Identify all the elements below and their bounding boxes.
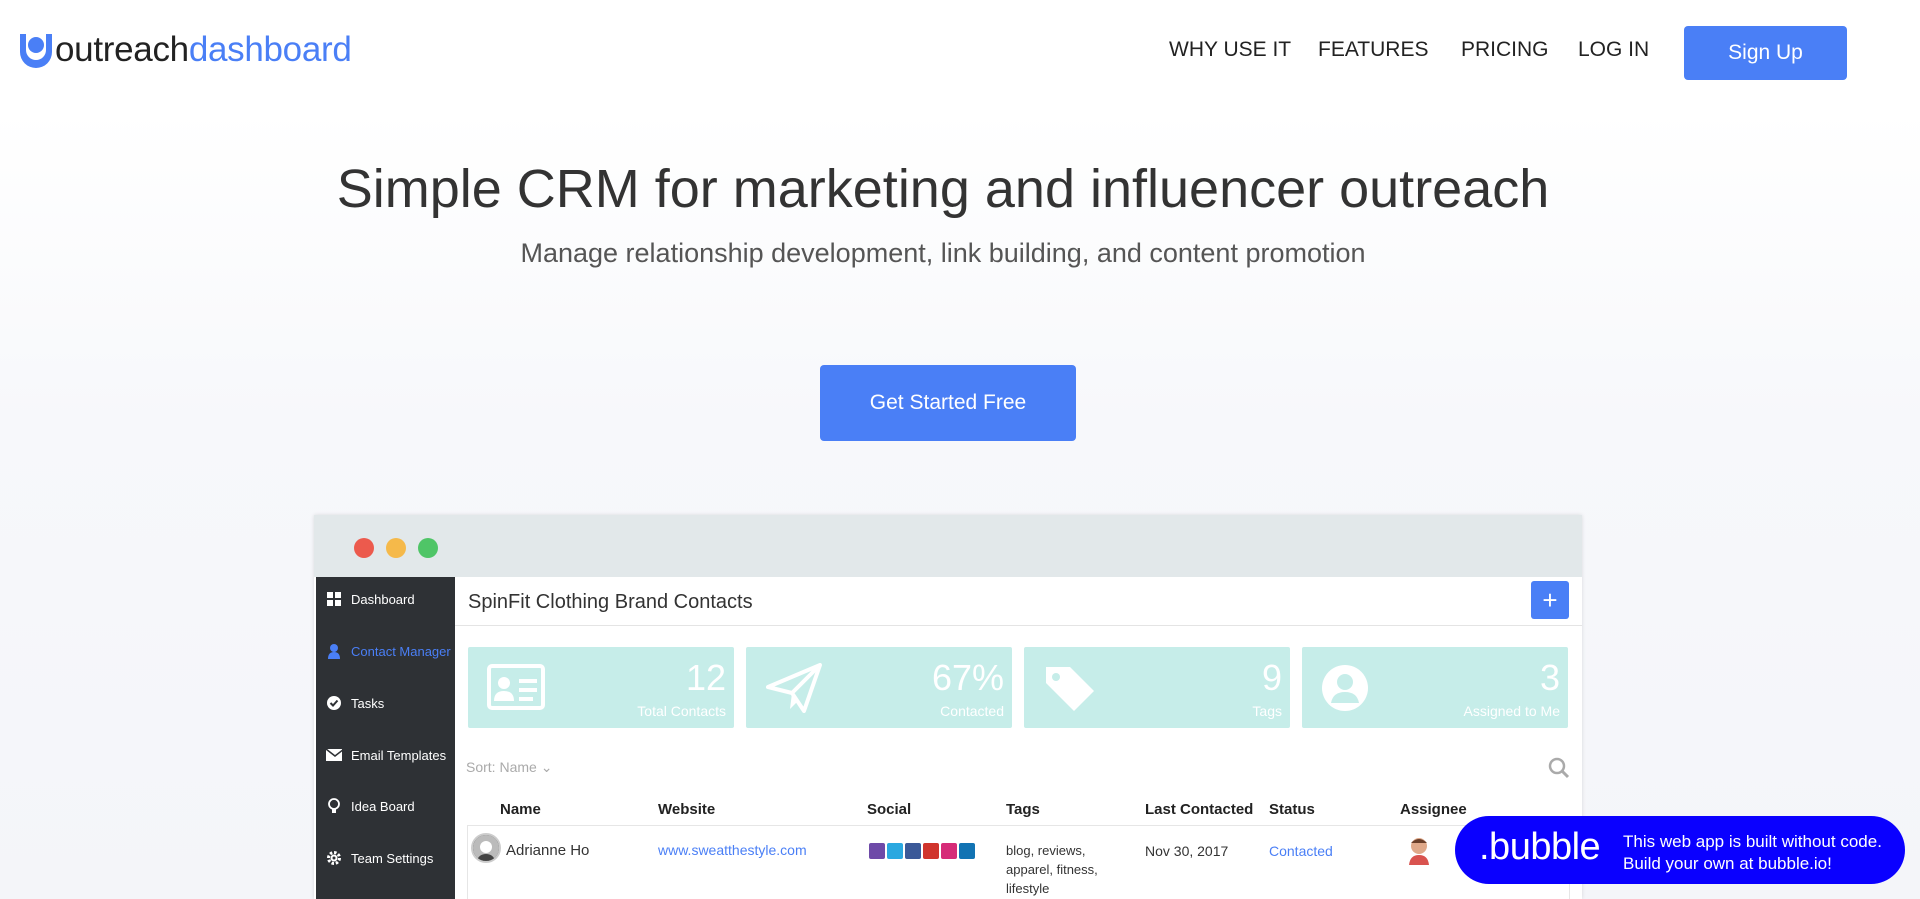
bubble-logo: .bubble: [1479, 826, 1601, 868]
logo-text-part2: dashboard: [188, 30, 352, 69]
app-preview-window: Dashboard Contact Manager Tasks Email Te…: [314, 515, 1582, 899]
column-header-social[interactable]: Social: [867, 801, 911, 818]
app-sidebar: Dashboard Contact Manager Tasks Email Te…: [316, 577, 455, 899]
column-header-status[interactable]: Status: [1269, 801, 1315, 818]
column-header-last-contacted[interactable]: Last Contacted: [1145, 801, 1253, 818]
nav-features[interactable]: FEATURES: [1318, 38, 1428, 62]
hero-subtitle: Manage relationship development, link bu…: [520, 238, 1366, 268]
column-header-tags[interactable]: Tags: [1006, 801, 1040, 818]
gear-icon: [326, 850, 342, 866]
envelope-icon: [326, 747, 342, 763]
nav-pricing[interactable]: PRICING: [1461, 38, 1549, 62]
paper-plane-icon: [766, 663, 822, 713]
minimize-dot-icon: [386, 538, 406, 558]
linkedin-icon[interactable]: [959, 843, 975, 859]
contact-tags-line: apparel, fitness,: [1006, 862, 1098, 877]
user-circle-icon: [1322, 665, 1368, 711]
logo-mark-icon: [20, 34, 52, 68]
column-header-assignee[interactable]: Assignee: [1400, 801, 1467, 818]
maximize-dot-icon: [418, 538, 438, 558]
sidebar-item-idea-board[interactable]: Idea Board: [316, 786, 455, 826]
column-header-website[interactable]: Website: [658, 801, 715, 818]
lightbulb-icon: [326, 798, 342, 814]
sidebar-item-email-templates[interactable]: Email Templates: [316, 735, 455, 775]
stat-label: Tags: [1252, 703, 1282, 719]
stat-card-tags: 9 Tags: [1024, 647, 1290, 728]
contact-status[interactable]: Contacted: [1269, 843, 1333, 859]
sidebar-item-dashboard[interactable]: Dashboard: [316, 579, 455, 619]
add-contact-button[interactable]: +: [1531, 581, 1569, 619]
stat-label: Contacted: [940, 703, 1004, 719]
sidebar-item-team-settings[interactable]: Team Settings: [316, 838, 455, 878]
stat-label: Assigned to Me: [1463, 703, 1561, 719]
tag-icon: [1046, 667, 1094, 711]
twitter-icon[interactable]: [887, 843, 903, 859]
facebook-icon[interactable]: [905, 843, 921, 859]
contact-name: Adrianne Ho: [506, 842, 590, 859]
stat-label: Total Contacts: [637, 703, 726, 719]
contacts-page-title: SpinFit Clothing Brand Contacts: [468, 591, 753, 613]
nav-why-use-it[interactable]: WHY USE IT: [1169, 38, 1291, 62]
contact-tags-line: blog, reviews,: [1006, 843, 1086, 858]
id-card-icon: [487, 664, 545, 710]
instagram-icon[interactable]: [941, 843, 957, 859]
contact-last-contacted: Nov 30, 2017: [1145, 843, 1229, 859]
logo-text: outreachdashboard: [55, 30, 352, 70]
stat-value: 9: [1261, 657, 1282, 698]
user-icon: [326, 643, 342, 659]
social-icons: [869, 843, 975, 859]
grid-icon: [326, 591, 342, 607]
stat-card-assigned-to-me: 3 Assigned to Me: [1302, 647, 1568, 728]
sort-dropdown[interactable]: Sort: Name ⌄: [466, 759, 552, 776]
sidebar-item-label: Team Settings: [351, 850, 434, 866]
hero-title: Simple CRM for marketing and influencer …: [336, 159, 1550, 219]
sidebar-item-label: Email Templates: [351, 747, 447, 763]
stat-card-contacted: 67% Contacted: [746, 647, 1012, 728]
avatar: [471, 833, 501, 863]
contact-tags-line: lifestyle: [1006, 881, 1050, 896]
bubble-message: This web app is built without code. Buil…: [1623, 831, 1882, 875]
sidebar-item-tasks[interactable]: Tasks: [316, 683, 455, 723]
sidebar-item-label: Idea Board: [351, 798, 415, 814]
app-content: SpinFit Clothing Brand Contacts + 12 Tot…: [455, 577, 1582, 899]
contact-website-link[interactable]: www.sweatthestyle.com: [658, 842, 807, 858]
logo-text-part1: outreach: [55, 30, 189, 69]
youtube-icon[interactable]: [923, 843, 939, 859]
stat-card-total-contacts: 12 Total Contacts: [468, 647, 734, 728]
bubble-message-line: Build your own at bubble.io!: [1623, 854, 1832, 873]
sidebar-item-label: Tasks: [351, 695, 385, 711]
stat-value: 12: [685, 657, 726, 698]
nav-log-in[interactable]: LOG IN: [1578, 38, 1649, 62]
logo[interactable]: outreachdashboard: [18, 28, 352, 72]
sidebar-item-label: Contact Manager: [351, 643, 451, 659]
stat-value: 67%: [931, 657, 1004, 698]
check-circle-icon: [326, 695, 342, 711]
assignee-avatar: [1409, 838, 1429, 865]
search-icon[interactable]: [1548, 757, 1570, 779]
column-header-name[interactable]: Name: [500, 801, 541, 818]
sidebar-item-contact-manager[interactable]: Contact Manager: [316, 631, 455, 671]
signup-button[interactable]: Sign Up: [1684, 26, 1847, 80]
email-social-icon[interactable]: [869, 843, 885, 859]
stat-value: 3: [1539, 657, 1560, 698]
sidebar-item-label: Dashboard: [351, 591, 415, 607]
window-titlebar: [314, 515, 1582, 577]
get-started-button[interactable]: Get Started Free: [820, 365, 1076, 441]
bubble-message-line: This web app is built without code.: [1623, 832, 1882, 851]
title-divider: [455, 625, 1582, 626]
bubble-badge[interactable]: .bubble This web app is built without co…: [1455, 816, 1905, 884]
close-dot-icon: [354, 538, 374, 558]
